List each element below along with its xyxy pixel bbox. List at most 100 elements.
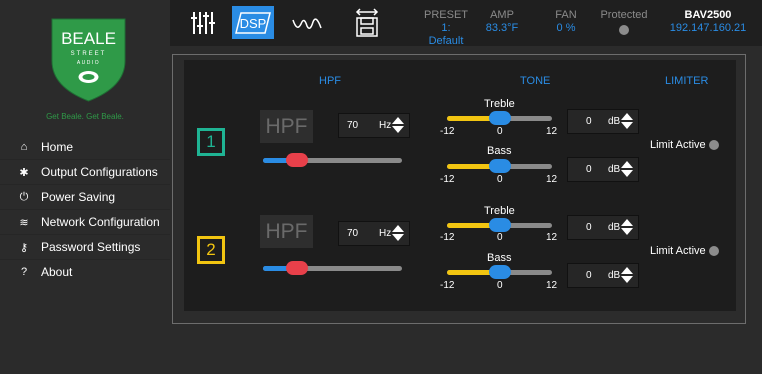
ch1-hpf-value: 70: [347, 120, 359, 131]
decrement-icon[interactable]: [621, 122, 633, 129]
ch2-hpf-frequency-stepper[interactable]: 70 Hz: [338, 221, 410, 246]
ch1-bass-slider[interactable]: [447, 159, 552, 173]
ch2-treble-label: Treble: [484, 205, 515, 217]
tone-header: TONE: [520, 75, 551, 87]
increment-icon[interactable]: [621, 161, 633, 168]
increment-icon[interactable]: [392, 225, 404, 232]
ch1-treble-slider[interactable]: [447, 111, 552, 125]
ch2-bass-stepper[interactable]: 0 dB: [567, 263, 639, 288]
ch2-treble-value: 0: [586, 222, 592, 233]
protected-label: Protected: [600, 9, 648, 21]
sidebar-nav: ⌂ Home ✱ Output Configurations ⏻ Power Savi…: [0, 135, 170, 284]
ch1-bass-min: -12: [440, 174, 455, 185]
ch1-limit-label: Limit Active: [650, 139, 706, 151]
decrement-icon[interactable]: [392, 126, 404, 133]
slider-thumb[interactable]: [489, 111, 511, 125]
sidebar-item-output-configurations[interactable]: ✱ Output Configurations: [0, 160, 170, 184]
limiter-header: LIMITER: [665, 75, 709, 87]
ch1-hpf-button[interactable]: HPF: [260, 110, 313, 143]
increment-icon[interactable]: [621, 113, 633, 120]
ch1-treble-max: 12: [546, 126, 558, 137]
top-toolbar: DSP PRESET 1: Default AMP 83.3°F FAN 0 % Pr…: [170, 0, 762, 48]
device-info: BAV2500 192.147.160.21: [654, 9, 762, 35]
sidebar-item-power-saving[interactable]: ⏻ Power Saving: [0, 185, 170, 209]
amp-value: 83.3°F: [485, 22, 519, 34]
ch2-hpf-button[interactable]: HPF: [260, 215, 313, 248]
sidebar-item-label: About: [41, 265, 73, 279]
ch2-treble-slider[interactable]: [447, 218, 552, 232]
slider-thumb[interactable]: [286, 261, 308, 275]
decrement-icon[interactable]: [392, 234, 404, 241]
ch1-bass-unit: dB: [608, 164, 621, 175]
increment-icon[interactable]: [392, 117, 404, 124]
preset-status: PRESET 1: Default: [424, 9, 468, 48]
protected-status: Protected: [594, 9, 654, 35]
ch2-bass-mid: 0: [497, 280, 503, 291]
ch2-hpf-unit: Hz: [379, 228, 392, 239]
dsp-button[interactable]: DSP: [232, 6, 274, 39]
ch1-treble-stepper[interactable]: 0 dB: [567, 109, 639, 134]
device-name: BAV2500: [684, 9, 732, 21]
save-preset-button[interactable]: [346, 6, 388, 39]
ch1-treble-label: Treble: [484, 98, 515, 110]
decrement-icon[interactable]: [621, 276, 633, 283]
dsp-icon: DSP: [235, 11, 271, 34]
increment-icon[interactable]: [621, 267, 633, 274]
decrement-icon[interactable]: [621, 228, 633, 235]
increment-icon[interactable]: [621, 219, 633, 226]
ch1-hpf-frequency-stepper[interactable]: 70 Hz: [338, 113, 410, 138]
ch1-bass-stepper[interactable]: 0 dB: [567, 157, 639, 182]
ch1-bass-label: Bass: [487, 145, 512, 157]
ch2-hpf-value: 70: [347, 228, 359, 239]
save-preset-icon: [355, 7, 379, 37]
slider-thumb[interactable]: [489, 218, 511, 232]
ch1-hpf-slider[interactable]: [263, 153, 402, 167]
gear-icon: ✱: [19, 166, 29, 179]
mixer-button[interactable]: [182, 6, 224, 39]
ch2-hpf-slider[interactable]: [263, 261, 402, 275]
sidebar-item-label: Network Configuration: [41, 215, 160, 229]
sidebar-item-label: Power Saving: [41, 190, 116, 204]
sidebar-item-about[interactable]: ? About: [0, 260, 170, 284]
ch2-treble-unit: dB: [608, 222, 621, 233]
fan-value: 0 %: [556, 22, 576, 34]
eq-curve-button[interactable]: [286, 6, 328, 39]
slider-thumb[interactable]: [489, 159, 511, 173]
ch2-treble-max: 12: [546, 232, 558, 243]
ch2-bass-max: 12: [546, 280, 558, 291]
amp-label: AMP: [490, 9, 514, 21]
sidebar-item-home[interactable]: ⌂ Home: [0, 135, 170, 159]
ch2-bass-unit: dB: [608, 270, 621, 281]
sidebar-item-network-configuration[interactable]: ≋ Network Configuration: [0, 210, 170, 234]
channel-1-badge: 1: [197, 128, 225, 156]
sidebar-item-label: Output Configurations: [41, 165, 158, 179]
ch2-bass-min: -12: [440, 280, 455, 291]
beale-street-logo: BEALE STREET AUDIO: [51, 18, 126, 102]
sidebar-item-label: Password Settings: [41, 240, 141, 254]
fan-label: FAN: [555, 9, 577, 21]
device-ip: 192.147.160.21: [669, 22, 747, 34]
brand-name: BEALE: [61, 29, 116, 48]
ch2-bass-slider[interactable]: [447, 265, 552, 279]
ch2-treble-stepper[interactable]: 0 dB: [567, 215, 639, 240]
home-icon: ⌂: [20, 141, 28, 153]
preset-value: 1: Default: [428, 22, 464, 47]
slider-thumb[interactable]: [489, 265, 511, 279]
ch1-limit-indicator: [708, 140, 719, 150]
ch2-limit-indicator: [708, 246, 719, 256]
preset-label: PRESET: [424, 9, 469, 21]
tagline: Get Beale. Get Beale.: [46, 112, 124, 121]
ch1-limit-active: Limit Active: [650, 139, 719, 151]
ch1-bass-mid: 0: [497, 174, 503, 185]
decrement-icon[interactable]: [621, 170, 633, 177]
sidebar-item-password-settings[interactable]: ⚷ Password Settings: [0, 235, 170, 259]
protected-indicator: [619, 25, 629, 35]
slider-thumb[interactable]: [286, 153, 308, 167]
ch1-bass-value: 0: [586, 164, 592, 175]
ch2-bass-label: Bass: [487, 252, 512, 264]
ch2-treble-min: -12: [440, 232, 455, 243]
power-icon: ⏻: [19, 190, 29, 203]
ch1-treble-value: 0: [586, 116, 592, 127]
ch1-treble-mid: 0: [497, 126, 503, 137]
sidebar-item-label: Home: [41, 140, 74, 154]
